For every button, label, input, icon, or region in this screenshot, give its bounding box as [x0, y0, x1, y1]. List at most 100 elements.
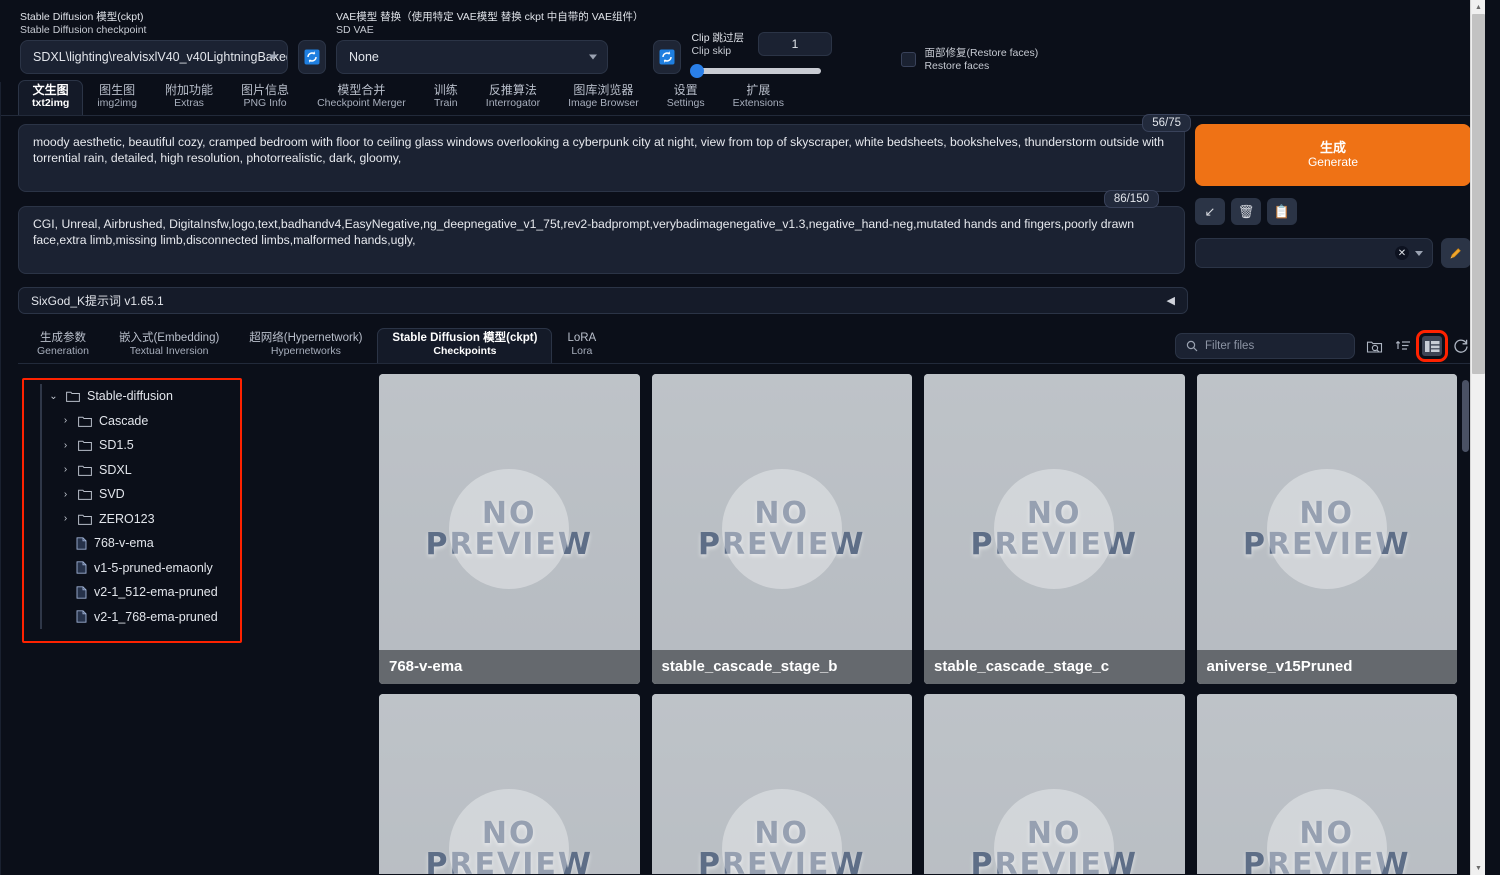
tab-label-en: PNG Info	[243, 97, 287, 109]
clip-skip-slider[interactable]	[690, 64, 822, 78]
styles-select[interactable]: ✕	[1195, 238, 1433, 268]
grid-scrollbar[interactable]	[1462, 380, 1469, 452]
placeholder-halo	[1266, 469, 1387, 589]
styles-row: ✕	[1195, 238, 1471, 268]
chevron-right-icon[interactable]: ›	[60, 513, 71, 524]
subtab-lora[interactable]: LoRA Lora	[552, 328, 611, 363]
scroll-down-icon[interactable]: ▼	[1471, 861, 1486, 875]
file-icon	[76, 586, 87, 599]
chevron-down-icon	[1415, 250, 1423, 256]
card-caption: stable_cascade_stage_c	[924, 650, 1185, 684]
chevron-right-icon[interactable]: ›	[60, 489, 71, 500]
tab-label-cn: 设置	[673, 83, 698, 97]
sixgod-accordion[interactable]: SixGod_K提示词 v1.65.1 ◀	[18, 287, 1188, 314]
restore-progress-button[interactable]: ↙	[1195, 198, 1225, 225]
model-card[interactable]: NO PREVIEW stable_cascade_stage_c	[924, 374, 1185, 684]
refresh-vae-button[interactable]	[653, 40, 682, 74]
tree-item-v1-5-pruned-emaonly[interactable]: v1-5-pruned-emaonly	[44, 556, 373, 581]
folder-search-icon[interactable]	[1364, 336, 1384, 356]
paste-clipboard-button[interactable]: 📋	[1267, 198, 1297, 225]
card-thumbnail: NO PREVIEW	[379, 374, 640, 684]
vae-select[interactable]: None	[336, 40, 608, 74]
tab-label-cn: 训练	[433, 83, 458, 97]
tab-extensions[interactable]: 扩展 Extensions	[719, 80, 798, 115]
model-card[interactable]: NO PREVIEW	[924, 694, 1185, 874]
model-card[interactable]: NO PREVIEW	[1196, 694, 1457, 874]
tree-item-stable-diffusion[interactable]: ⌄ Stable-diffusion	[44, 384, 373, 409]
tree-item-svd[interactable]: › SVD	[44, 482, 373, 507]
model-card[interactable]: NO PREVIEW aniverse_v15Pruned	[1196, 374, 1457, 684]
tab-label-cn: 文生图	[32, 83, 69, 97]
subtab-generation[interactable]: 生成参数 Generation	[22, 328, 104, 363]
subtab-textual-inversion[interactable]: 嵌入式(Embedding) Textual Inversion	[104, 328, 234, 363]
tree-item-zero123[interactable]: › ZERO123	[44, 507, 373, 532]
card-thumbnail: NO PREVIEW	[924, 694, 1185, 874]
tab-extras[interactable]: 附加功能 Extras	[151, 80, 227, 115]
card-thumbnail: NO PREVIEW	[1196, 694, 1457, 874]
negative-prompt-input[interactable]: CGI, Unreal, Airbrushed, DigitaInsfw,log…	[18, 206, 1185, 274]
chevron-left-icon[interactable]: ◀	[1167, 294, 1175, 307]
clear-prompt-button[interactable]: 🗑	[1231, 198, 1261, 225]
tree-item-768-v-ema[interactable]: 768-v-ema	[44, 531, 373, 556]
prompt-action-buttons: ↙ 🗑 📋	[1195, 198, 1471, 225]
tree-item-cascade[interactable]: › Cascade	[44, 409, 373, 434]
tree-item-v2-1-512-ema-pruned[interactable]: v2-1_512-ema-pruned	[44, 580, 373, 605]
model-card[interactable]: NO PREVIEW	[651, 694, 912, 874]
scroll-up-icon[interactable]: ▲	[1471, 0, 1486, 14]
tab-train[interactable]: 训练 Train	[420, 80, 472, 115]
chevron-right-icon[interactable]: ›	[60, 440, 71, 451]
tab-settings[interactable]: 设置 Settings	[653, 80, 719, 115]
tree-item-label: SDXL	[99, 462, 132, 477]
generate-label-cn: 生成	[1319, 140, 1346, 155]
negative-token-counter: 86/150	[1103, 190, 1159, 208]
slider-knob[interactable]	[690, 64, 705, 78]
extra-networks-tabs: 生成参数 Generation 嵌入式(Embedding) Textual I…	[18, 328, 1471, 364]
model-toolbar: Stable Diffusion 模型(ckpt) Stable Diffusi…	[0, 0, 1485, 82]
file-icon	[76, 561, 87, 574]
subtab-hypernetworks[interactable]: 超网络(Hypernetwork) Hypernetworks	[234, 328, 377, 363]
chevron-down-icon[interactable]: ⌄	[48, 391, 59, 402]
page-scrollbar[interactable]: ▲ ▼	[1470, 0, 1485, 875]
tree-item-label: v1-5-pruned-emaonly	[94, 560, 213, 575]
tab-png-info[interactable]: 图片信息 PNG Info	[227, 80, 303, 115]
subtab-checkpoints[interactable]: Stable Diffusion 模型(ckpt) Checkpoints	[377, 328, 553, 363]
tab-checkpoint-merger[interactable]: 模型合并 Checkpoint Merger	[303, 80, 420, 115]
arrow-down-left-icon: ↙	[1204, 203, 1216, 219]
close-icon[interactable]: ✕	[1395, 246, 1409, 260]
refresh-checkpoints-button[interactable]	[298, 40, 326, 74]
model-card[interactable]: NO PREVIEW	[379, 694, 640, 874]
restore-faces-checkbox[interactable]	[901, 52, 917, 67]
edit-styles-button[interactable]	[1441, 238, 1471, 268]
checkpoint-select[interactable]: SDXL\lighting\realvisxlV40_v40LightningB…	[20, 40, 288, 74]
card-caption: stable_cascade_stage_b	[651, 650, 912, 684]
model-card[interactable]: NO PREVIEW stable_cascade_stage_b	[651, 374, 912, 684]
subtab-label-cn: 超网络(Hypernetwork)	[249, 332, 363, 344]
filter-files-input[interactable]: Filter files	[1175, 333, 1355, 359]
tab-label-en: Checkpoint Merger	[317, 97, 406, 109]
placeholder-halo	[1266, 789, 1387, 874]
tree-item-sd15[interactable]: › SD1.5	[44, 433, 373, 458]
chevron-right-icon[interactable]: ›	[60, 464, 71, 475]
restore-faces-field[interactable]: 面部修复(Restore faces) Restore faces	[901, 47, 1038, 74]
card-caption: 768-v-ema	[379, 650, 640, 684]
chevron-right-icon[interactable]: ›	[60, 415, 71, 426]
model-card[interactable]: NO PREVIEW 768-v-ema	[379, 374, 640, 684]
tab-image-browser[interactable]: 图库浏览器 Image Browser	[554, 80, 653, 115]
checkpoints-browser: ⌄ Stable-diffusion › Cascade › SD1.5 › S…	[18, 374, 1471, 874]
clip-skip-value[interactable]: 1	[757, 32, 832, 56]
tree-item-sdxl[interactable]: › SDXL	[44, 458, 373, 483]
positive-prompt-input[interactable]: moody aesthetic, beautiful cozy, cramped…	[18, 124, 1185, 192]
tab-img2img[interactable]: 图生图 img2img	[83, 80, 151, 115]
tab-txt2img[interactable]: 文生图 txt2img	[18, 80, 84, 115]
tree-item-v2-1-768-ema-pruned[interactable]: v2-1_768-ema-pruned	[44, 605, 373, 630]
tab-interrogator[interactable]: 反推算法 Interrogator	[472, 80, 554, 115]
restore-faces-label: 面部修复(Restore faces) Restore faces	[924, 47, 1038, 72]
generate-button[interactable]: 生成 Generate	[1195, 124, 1471, 186]
sort-icon[interactable]	[1393, 336, 1413, 356]
tab-label-en: Extensions	[732, 97, 785, 109]
file-toolbar: Filter files	[1175, 330, 1471, 363]
pencil-icon	[1450, 248, 1461, 259]
scrollbar-thumb[interactable]	[1472, 14, 1485, 374]
tree-view-icon[interactable]	[1416, 330, 1448, 362]
refresh-icon[interactable]	[1451, 336, 1471, 356]
